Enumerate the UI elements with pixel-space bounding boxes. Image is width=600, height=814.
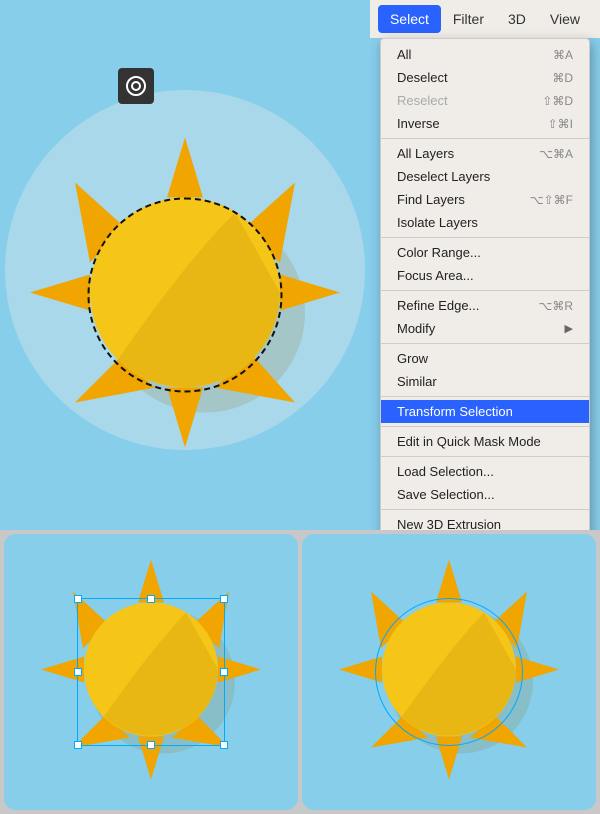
menu-item-isolate-layers[interactable]: Isolate Layers xyxy=(381,211,589,234)
menu-item-save-selection[interactable]: Save Selection... xyxy=(381,483,589,506)
modify-arrow-icon: ▶ xyxy=(565,322,573,335)
top-canvas-area: Select Filter 3D View All ⌘A Deselect ⌘D… xyxy=(0,0,600,530)
separator-4 xyxy=(381,343,589,344)
quick-mask-icon-button[interactable] xyxy=(118,68,154,104)
menu-item-all-layers[interactable]: All Layers ⌥⌘A xyxy=(381,142,589,165)
menu-item-similar[interactable]: Similar xyxy=(381,370,589,393)
separator-1 xyxy=(381,138,589,139)
menu-select[interactable]: Select xyxy=(378,5,441,33)
main-sun xyxy=(30,138,340,453)
handle-br[interactable] xyxy=(220,741,228,749)
handle-mr[interactable] xyxy=(220,668,228,676)
menu-item-reselect: Reselect ⇧⌘D xyxy=(381,89,589,112)
menu-item-inverse[interactable]: Inverse ⇧⌘I xyxy=(381,112,589,135)
square-selection xyxy=(77,598,225,746)
menu-item-grow[interactable]: Grow xyxy=(381,347,589,370)
select-dropdown-menu: All ⌘A Deselect ⌘D Reselect ⇧⌘D Inverse … xyxy=(380,38,590,530)
menu-3d[interactable]: 3D xyxy=(496,5,538,33)
handle-bl[interactable] xyxy=(74,741,82,749)
bottom-panels xyxy=(0,530,600,814)
menu-item-color-range[interactable]: Color Range... xyxy=(381,241,589,264)
menu-item-transform-selection[interactable]: Transform Selection xyxy=(381,400,589,423)
menu-item-deselect-layers[interactable]: Deselect Layers xyxy=(381,165,589,188)
menu-view[interactable]: View xyxy=(538,5,592,33)
menu-item-load-selection[interactable]: Load Selection... xyxy=(381,460,589,483)
separator-3 xyxy=(381,290,589,291)
bottom-left-panel xyxy=(4,534,298,810)
separator-8 xyxy=(381,509,589,510)
menu-item-edit-quick-mask[interactable]: Edit in Quick Mask Mode xyxy=(381,430,589,453)
menu-item-new-3d-extrusion[interactable]: New 3D Extrusion xyxy=(381,513,589,530)
handle-ml[interactable] xyxy=(74,668,82,676)
menu-filter[interactable]: Filter xyxy=(441,5,496,33)
menu-item-modify[interactable]: Modify ▶ xyxy=(381,317,589,340)
handle-tm[interactable] xyxy=(147,595,155,603)
menu-item-all[interactable]: All ⌘A xyxy=(381,43,589,66)
menu-bar: Select Filter 3D View xyxy=(370,0,600,38)
menu-item-focus-area[interactable]: Focus Area... xyxy=(381,264,589,287)
menu-item-refine-edge[interactable]: Refine Edge... ⌥⌘R xyxy=(381,294,589,317)
circle-selection xyxy=(375,598,523,746)
separator-2 xyxy=(381,237,589,238)
menu-item-deselect[interactable]: Deselect ⌘D xyxy=(381,66,589,89)
handle-bm[interactable] xyxy=(147,741,155,749)
handle-tl[interactable] xyxy=(74,595,82,603)
separator-5 xyxy=(381,396,589,397)
menu-item-find-layers[interactable]: Find Layers ⌥⇧⌘F xyxy=(381,188,589,211)
separator-6 xyxy=(381,426,589,427)
bottom-right-panel xyxy=(302,534,596,810)
handle-tr[interactable] xyxy=(220,595,228,603)
separator-7 xyxy=(381,456,589,457)
